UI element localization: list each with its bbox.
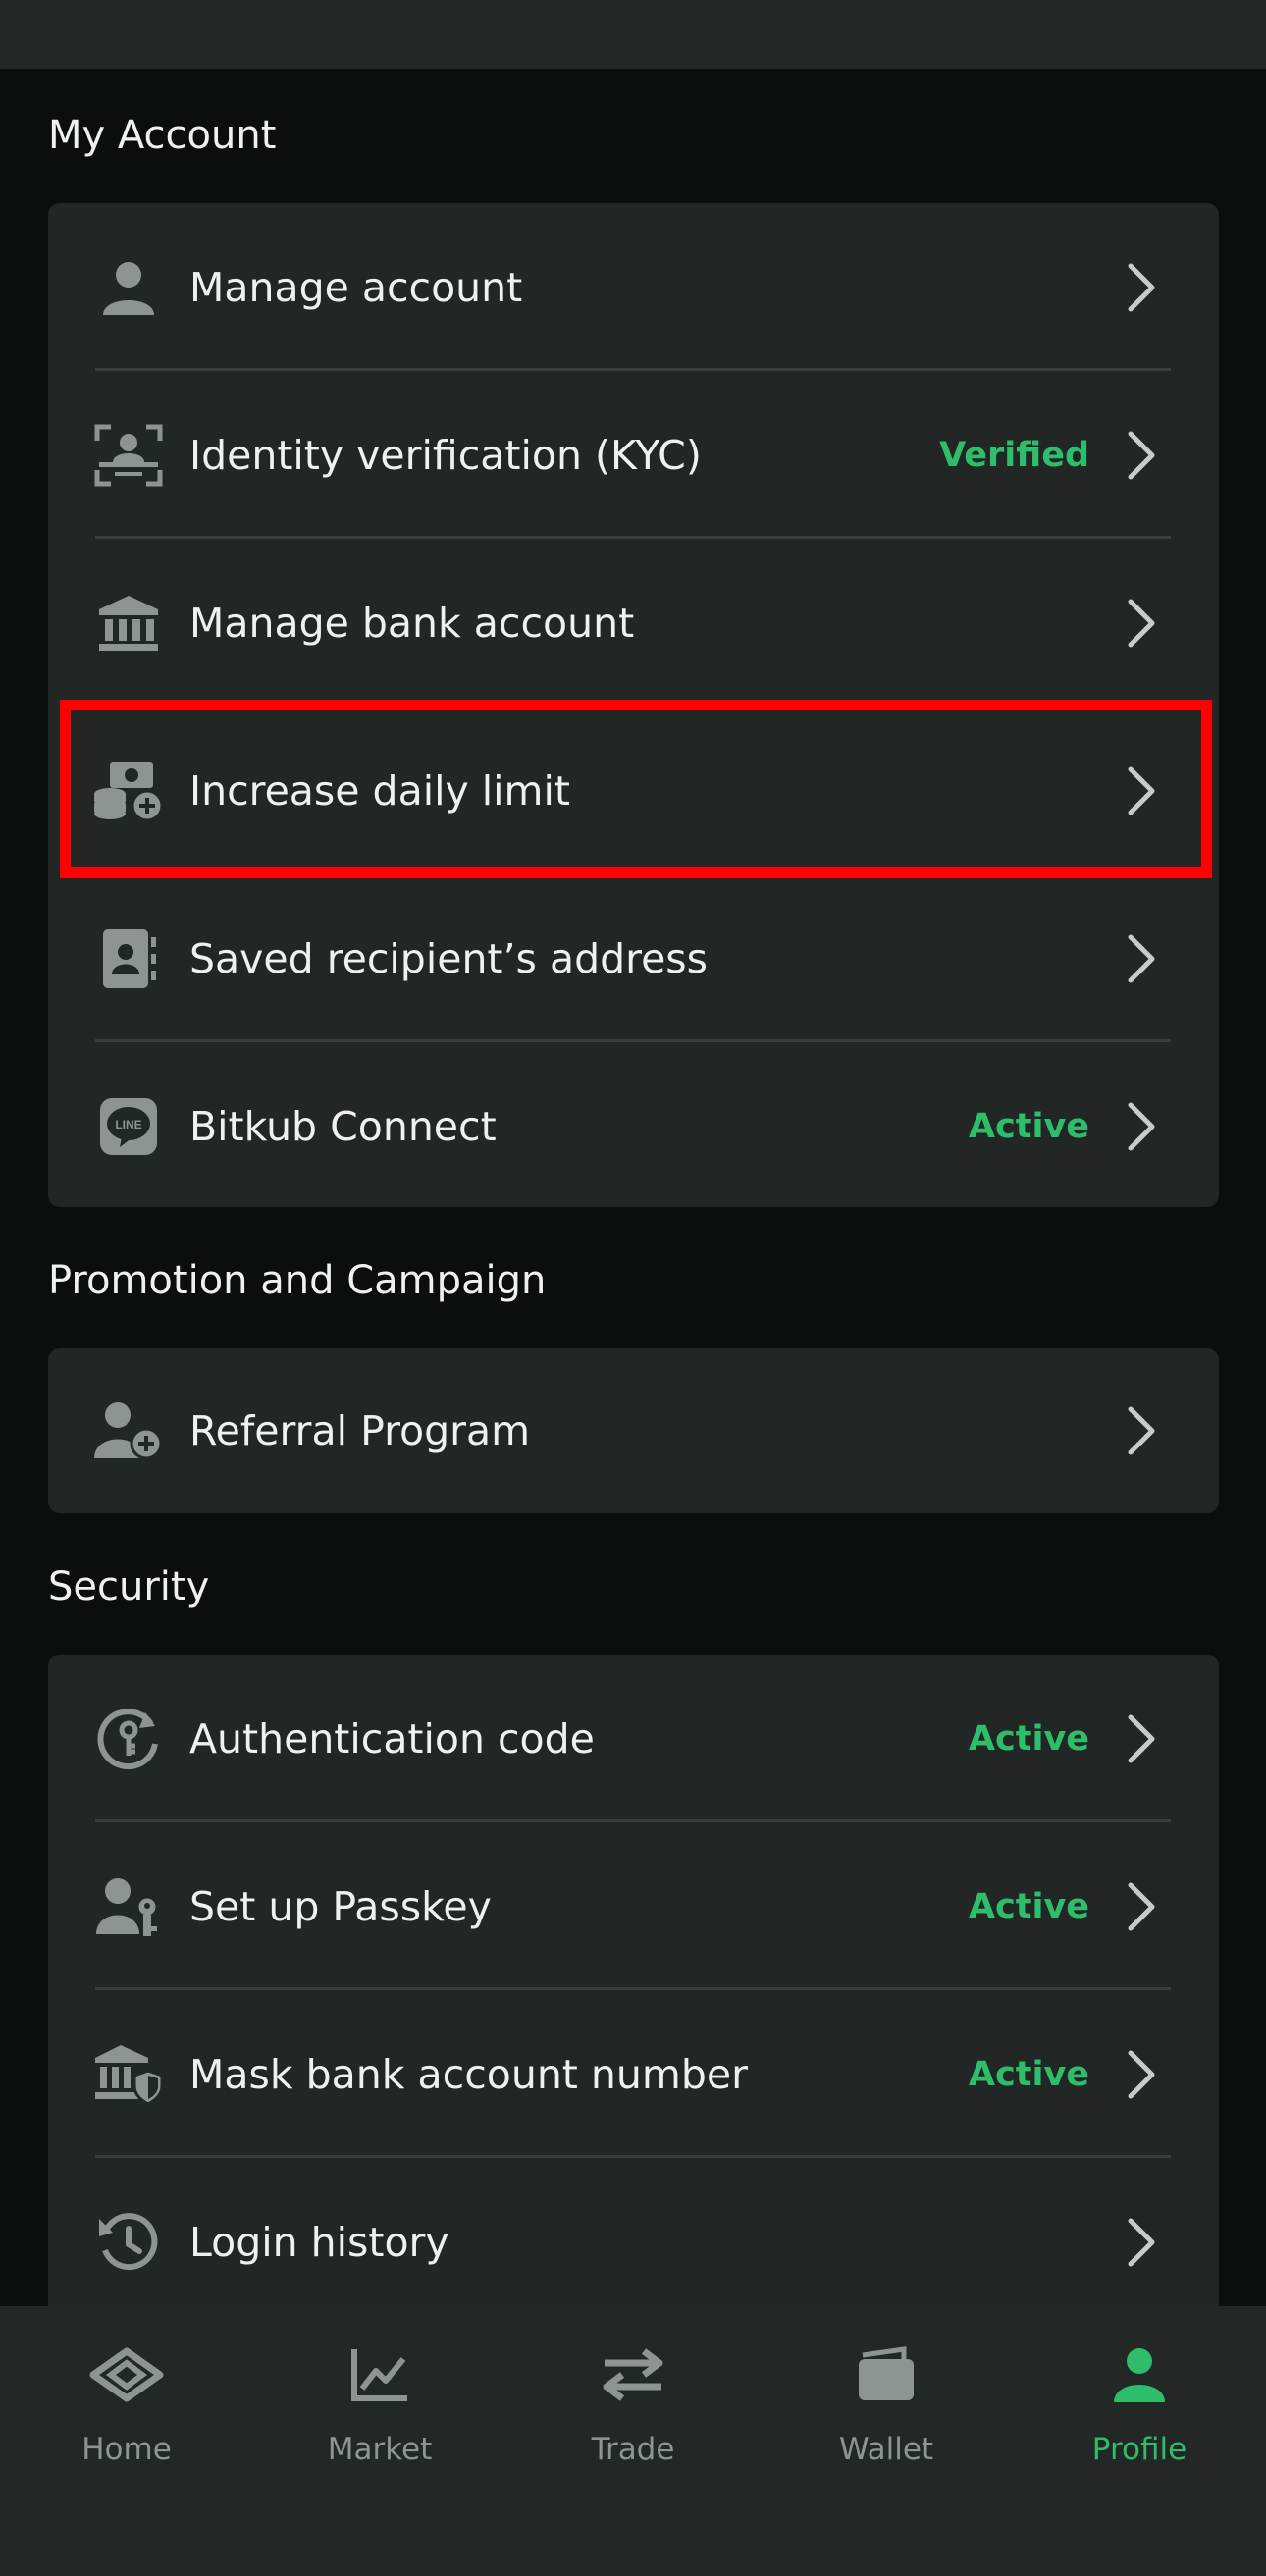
mask-bank-account-row[interactable]: Mask bank account number Active [48, 1990, 1219, 2158]
row-label: Manage bank account [189, 599, 635, 647]
chevron-right-icon [1128, 2050, 1155, 2098]
chevron-right-icon [1128, 766, 1155, 815]
chevron-right-icon [1128, 1882, 1155, 1930]
active-status: Active [968, 1886, 1089, 1926]
active-status: Active [968, 1718, 1089, 1759]
verified-status: Verified [939, 435, 1089, 475]
chevron-right-icon [1128, 934, 1155, 982]
chevron-right-icon [1128, 1102, 1155, 1150]
row-label: Set up Passkey [189, 1882, 492, 1930]
chevron-right-icon [1128, 599, 1155, 647]
row-label: Mask bank account number [189, 2050, 748, 2098]
manage-bank-account-row[interactable]: Manage bank account [48, 539, 1219, 707]
bank-icon [92, 587, 165, 659]
referral-program-row[interactable]: Referral Program [48, 1348, 1219, 1513]
person-plus-icon [92, 1394, 165, 1467]
line-icon: LINE [92, 1090, 165, 1163]
active-status: Active [968, 2054, 1089, 2094]
identity-verification-row[interactable]: Identity verification (KYC) Verified [48, 371, 1219, 539]
home-icon [87, 2336, 166, 2414]
person-key-icon [92, 1870, 165, 1943]
tab-label: Home [81, 2432, 172, 2467]
row-label: Referral Program [189, 1407, 531, 1454]
my-account-card: Manage account Identity verification (KY… [48, 203, 1219, 1207]
nav-tab-profile[interactable]: Profile [1013, 2306, 1266, 2502]
swap-icon [594, 2336, 672, 2414]
promotion-card: Referral Program [48, 1348, 1219, 1513]
set-up-passkey-row[interactable]: Set up Passkey Active [48, 1822, 1219, 1990]
row-label: Increase daily limit [189, 766, 570, 815]
row-label: Login history [189, 2218, 449, 2266]
row-label: Authentication code [189, 1714, 595, 1762]
saved-recipient-address-row[interactable]: Saved recipient’s address [48, 874, 1219, 1042]
tab-label: Wallet [838, 2432, 934, 2467]
section-title-my-account: My Account [48, 113, 277, 158]
chevron-right-icon [1128, 263, 1155, 311]
login-history-row[interactable]: Login history [48, 2158, 1219, 2326]
section-title-promotion: Promotion and Campaign [48, 1258, 547, 1303]
nav-tab-home[interactable]: Home [0, 2306, 253, 2502]
row-label: Saved recipient’s address [189, 934, 709, 982]
authentication-code-row[interactable]: Authentication code Active [48, 1655, 1219, 1822]
tab-label: Profile [1091, 2432, 1187, 2467]
tab-label: Market [327, 2432, 433, 2467]
nav-tab-wallet[interactable]: Wallet [760, 2306, 1013, 2502]
increase-daily-limit-row[interactable]: Increase daily limit [48, 707, 1219, 874]
row-label: Bitkub Connect [189, 1102, 497, 1150]
contact-book-icon [92, 922, 165, 995]
svg-text:LINE: LINE [115, 1118, 141, 1131]
chevron-right-icon [1128, 1714, 1155, 1762]
chart-icon [341, 2336, 419, 2414]
tab-label: Trade [591, 2432, 675, 2467]
chevron-right-icon [1128, 1406, 1155, 1455]
person-icon [92, 251, 165, 324]
section-title-security: Security [48, 1564, 210, 1609]
nav-tab-trade[interactable]: Trade [506, 2306, 760, 2502]
chevron-right-icon [1128, 431, 1155, 479]
money-plus-icon [92, 755, 165, 827]
bottom-navigation: Home Market Trade Wallet Profile [0, 2306, 1266, 2576]
profile-icon [1100, 2336, 1179, 2414]
manage-account-row[interactable]: Manage account [48, 203, 1219, 371]
row-label: Manage account [189, 263, 523, 311]
status-bar [0, 0, 1266, 69]
key-refresh-icon [92, 1703, 165, 1775]
wallet-icon [847, 2336, 925, 2414]
bitkub-connect-row[interactable]: LINE Bitkub Connect Active [48, 1042, 1219, 1210]
row-label: Identity verification (KYC) [189, 431, 702, 479]
security-card: Authentication code Active Set up Passke… [48, 1655, 1219, 2361]
bank-shield-icon [92, 2038, 165, 2111]
face-scan-icon [92, 419, 165, 492]
nav-tab-market[interactable]: Market [253, 2306, 506, 2502]
history-icon [92, 2206, 165, 2279]
chevron-right-icon [1128, 2218, 1155, 2266]
active-status: Active [968, 1106, 1089, 1146]
